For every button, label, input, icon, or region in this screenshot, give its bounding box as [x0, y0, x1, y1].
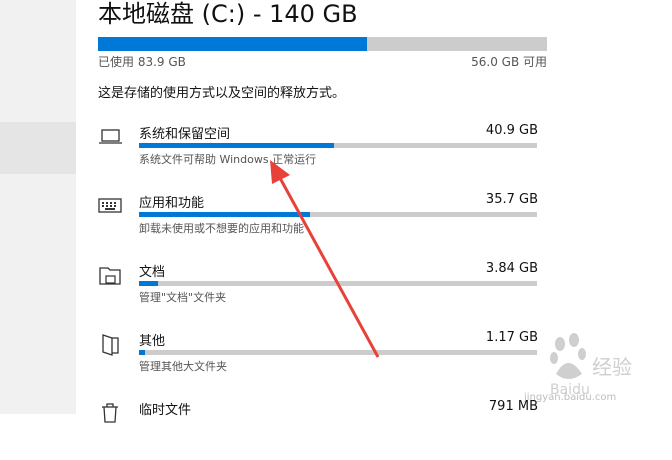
- category-name: 应用和功能: [139, 196, 205, 211]
- drive-usage-fill: [98, 37, 367, 51]
- used-space-label: 已使用 83.9 GB: [98, 55, 186, 69]
- page-title: 本地磁盘 (C:) - 140 GB: [98, 0, 358, 28]
- category-subtitle: 管理其他大文件夹: [139, 360, 227, 373]
- category-name: 其他: [139, 334, 166, 349]
- svg-text:经验: 经验: [592, 355, 632, 379]
- storage-description: 这是存储的使用方式以及空间的释放方式。: [98, 86, 346, 101]
- other-folder-icon: [102, 334, 119, 356]
- category-system-reserved[interactable]: 系统和保留空间 40.9 GB 系统文件可帮助 Windows 正常运行: [98, 123, 538, 184]
- category-temporary-files[interactable]: 临时文件 791 MB: [98, 399, 538, 460]
- category-size: 40.9 GB: [485, 123, 538, 138]
- category-usage-fill: [139, 350, 145, 355]
- category-subtitle: 系统文件可帮助 Windows 正常运行: [139, 153, 317, 166]
- category-usage-bar: [139, 212, 537, 217]
- trash-icon: [102, 403, 118, 423]
- category-usage-bar: [139, 350, 537, 355]
- left-navigation-strip: [0, 0, 76, 414]
- category-apps-features[interactable]: 应用和功能 35.7 GB 卸载未使用或不想要的应用和功能: [98, 192, 538, 253]
- laptop-icon: [99, 129, 122, 144]
- documents-folder-icon: [99, 267, 121, 285]
- category-size: 35.7 GB: [485, 192, 538, 207]
- category-name: 系统和保留空间: [139, 127, 231, 142]
- category-usage-bar: [139, 143, 537, 148]
- keyboard-icon: [98, 198, 122, 213]
- category-documents[interactable]: 文档 3.84 GB 管理"文档"文件夹: [98, 261, 538, 322]
- category-name: 临时文件: [139, 403, 192, 418]
- selected-nav-band: [0, 122, 76, 174]
- category-usage-fill: [139, 143, 335, 148]
- category-other[interactable]: 其他 1.17 GB 管理其他大文件夹: [98, 330, 538, 391]
- category-subtitle: 卸载未使用或不想要的应用和功能: [139, 222, 304, 235]
- category-size: 3.84 GB: [485, 261, 538, 276]
- category-usage-fill: [139, 281, 158, 286]
- category-size: 1.17 GB: [485, 330, 538, 345]
- category-usage-bar: [139, 281, 537, 286]
- watermark-url: jingyan.baidu.com: [524, 392, 617, 403]
- drive-usage-bar: [98, 37, 547, 51]
- free-space-label: 56.0 GB 可用: [471, 55, 547, 69]
- category-subtitle: 管理"文档"文件夹: [139, 291, 227, 304]
- category-name: 文档: [139, 265, 166, 280]
- category-usage-fill: [139, 212, 311, 217]
